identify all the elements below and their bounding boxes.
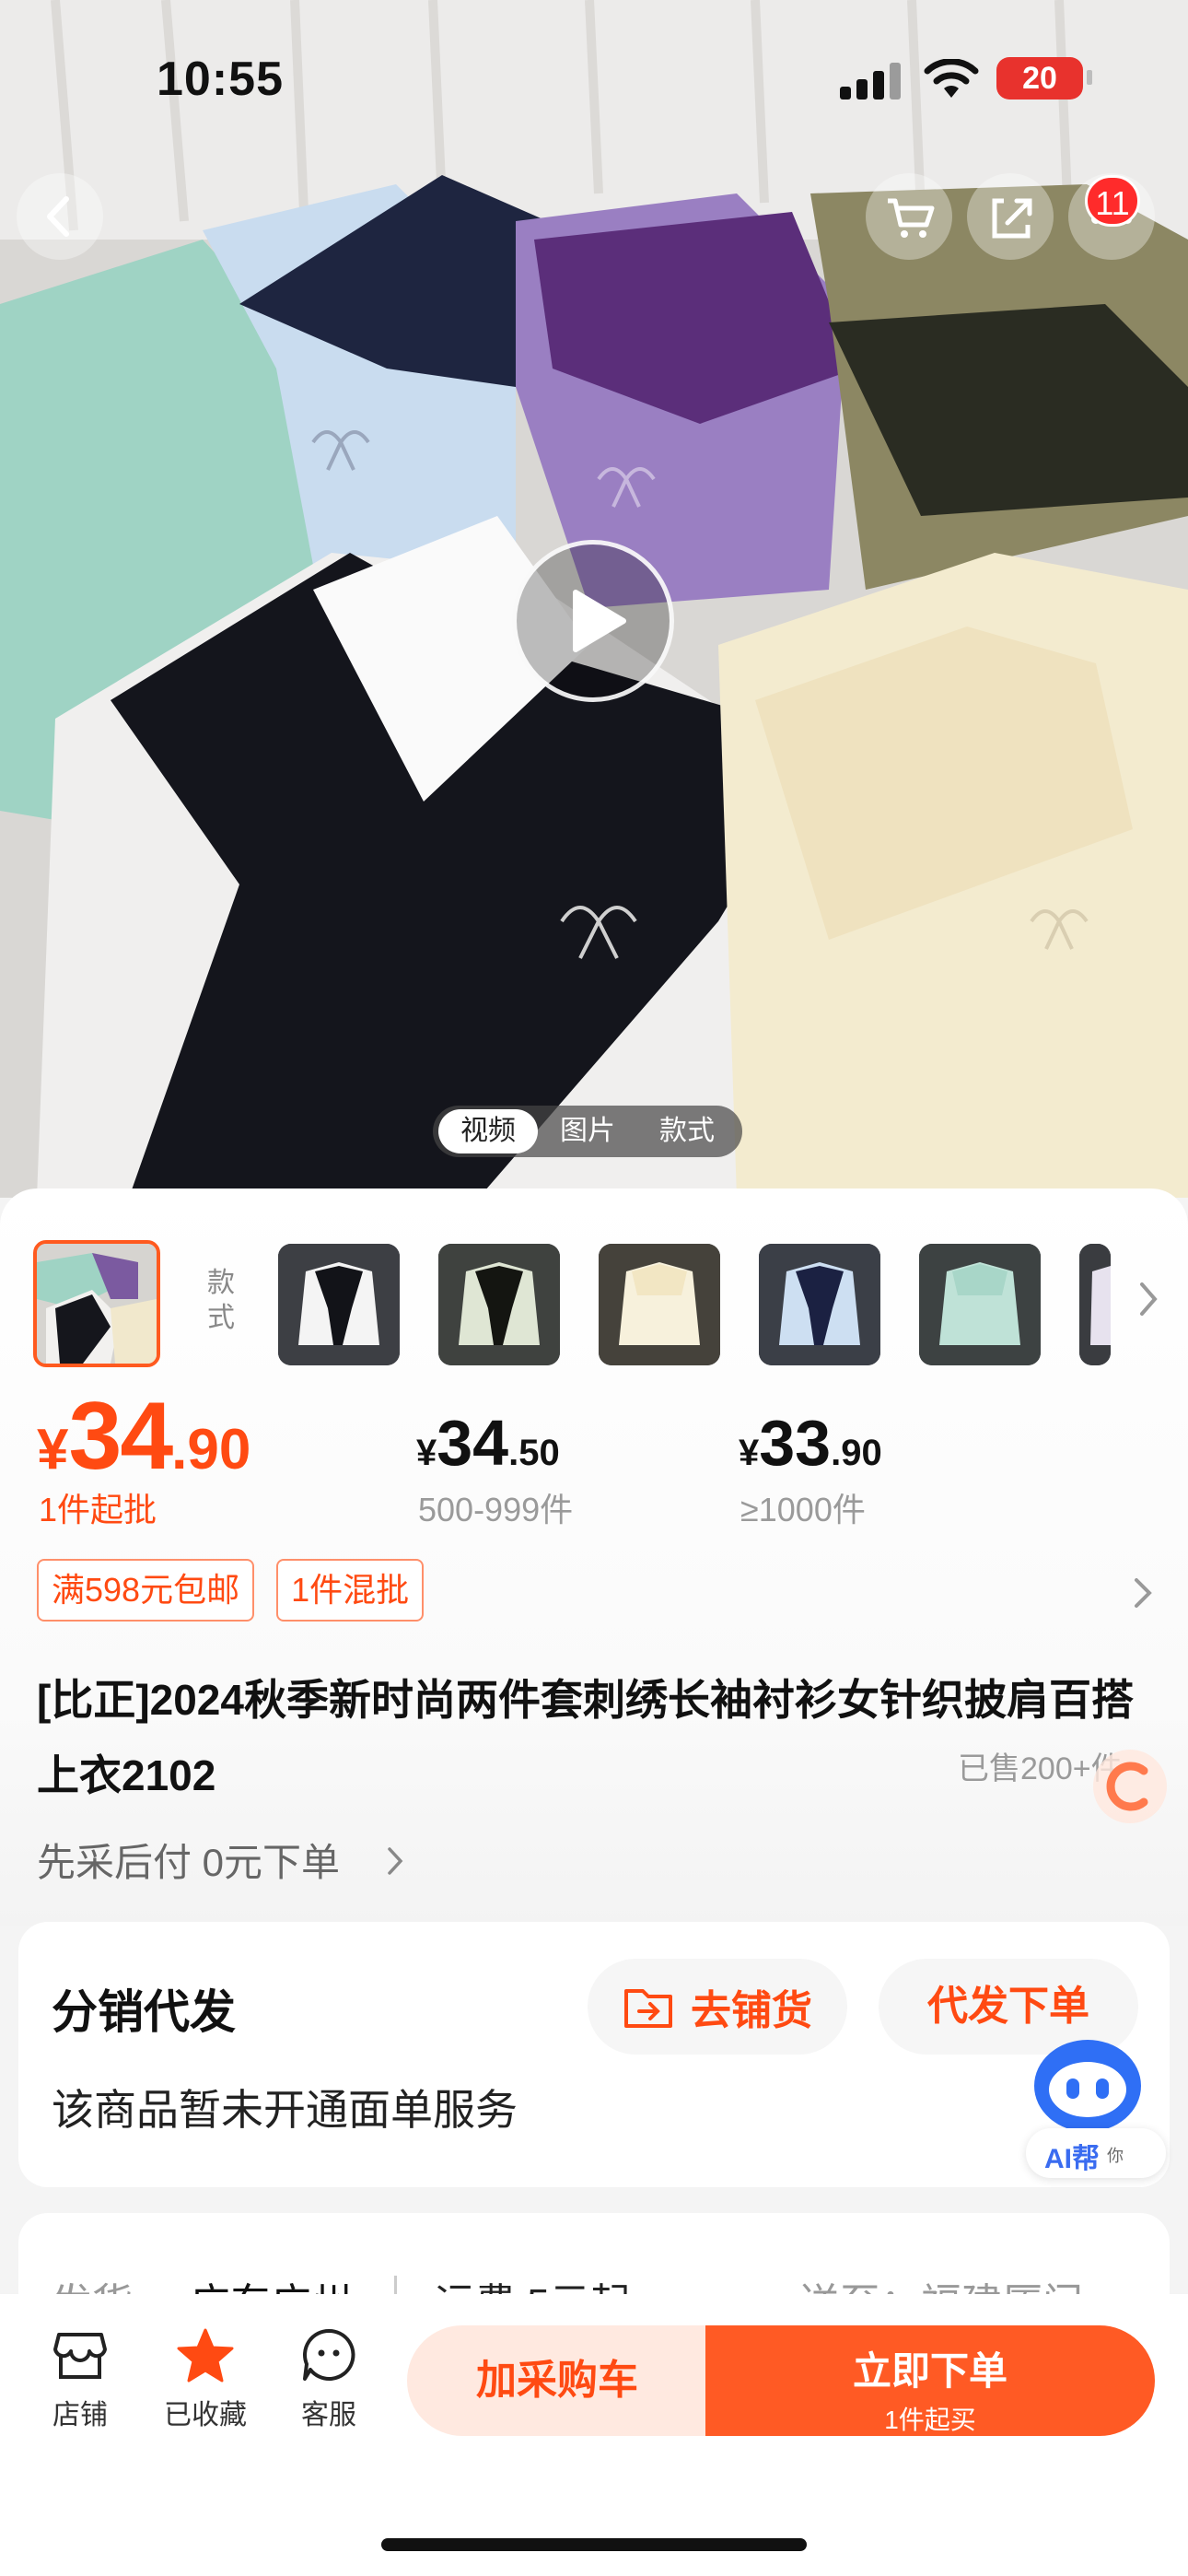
style-label: 款式 bbox=[207, 1268, 235, 1333]
tag-mixed-batch[interactable]: 1件混批 bbox=[276, 1559, 425, 1622]
tab-images[interactable]: 图片 bbox=[538, 1109, 637, 1153]
add-to-cart-button[interactable]: 加采购车 bbox=[407, 2325, 707, 2436]
thumbnail-image bbox=[37, 1244, 157, 1364]
thumbnail-style-6[interactable] bbox=[1079, 1244, 1111, 1365]
price-integer: 34 bbox=[437, 1407, 509, 1479]
store-label: 店铺 bbox=[52, 2400, 108, 2430]
price-decimal: .50 bbox=[508, 1433, 560, 1473]
thumbnail-image bbox=[919, 1244, 1041, 1365]
thumbnail-image bbox=[278, 1244, 400, 1365]
buy-now-label: 立即下单 bbox=[852, 2349, 1007, 2393]
play-icon bbox=[573, 590, 626, 652]
promo-tags[interactable]: 满598元包邮 1件混批 bbox=[37, 1559, 425, 1622]
ai-assistant-bot-icon[interactable] bbox=[1026, 2038, 1149, 2134]
price-integer: 34 bbox=[68, 1383, 173, 1490]
thumbnail-style-1[interactable] bbox=[278, 1244, 400, 1365]
product-info-card: 款式 ¥34.90 1件起批 ¥34.50 500-999件 ¥33.90 ≥1… bbox=[0, 1188, 1188, 1926]
chevron-right-icon bbox=[388, 1847, 403, 1875]
media-tab-switcher: 视频 图片 款式 bbox=[433, 1106, 742, 1157]
brand-seal-icon bbox=[1093, 1750, 1167, 1823]
chevron-left-icon bbox=[47, 196, 69, 237]
price-currency: ¥ bbox=[416, 1433, 437, 1473]
pay-later-link[interactable]: 先采后付 0元下单 bbox=[37, 1832, 340, 1888]
notification-badge: 11 bbox=[1085, 175, 1140, 227]
thumbnail-image bbox=[1079, 1244, 1111, 1365]
cart-button[interactable] bbox=[866, 173, 952, 260]
battery-cap bbox=[1087, 70, 1092, 85]
service-nav-button[interactable]: 客服 bbox=[278, 2327, 379, 2432]
price-primary: ¥34.90 bbox=[37, 1382, 250, 1492]
home-indicator bbox=[381, 2538, 807, 2551]
tier-3-quantity: ≥1000件 bbox=[740, 1491, 866, 1528]
status-time: 10:55 bbox=[157, 53, 284, 106]
share-button[interactable] bbox=[967, 173, 1054, 260]
thumbnail-image bbox=[438, 1244, 560, 1365]
tier-2-quantity: 500-999件 bbox=[418, 1491, 574, 1528]
chevron-right-icon[interactable] bbox=[1131, 1575, 1155, 1610]
list-product-label: 去铺货 bbox=[691, 1988, 812, 2033]
status-bar: 10:55 20 bbox=[0, 46, 1188, 120]
thumbnail-style-2[interactable] bbox=[438, 1244, 560, 1365]
star-filled-icon bbox=[177, 2328, 234, 2383]
thumbnail-selected[interactable] bbox=[33, 1240, 160, 1367]
bottom-action-bar: 店铺 已收藏 客服 加采购车 立即下单 1件起买 bbox=[0, 2294, 1188, 2576]
price-currency: ¥ bbox=[739, 1433, 760, 1473]
list-product-button[interactable]: 去铺货 bbox=[588, 1959, 847, 2055]
price-decimal: .90 bbox=[171, 1418, 251, 1481]
cart-icon bbox=[888, 198, 935, 238]
tab-styles[interactable]: 款式 bbox=[637, 1109, 737, 1153]
wifi-icon bbox=[924, 59, 979, 98]
battery-indicator: 20 bbox=[996, 57, 1083, 100]
thumbnail-style-4[interactable] bbox=[759, 1244, 880, 1365]
back-button[interactable] bbox=[17, 173, 103, 260]
store-icon bbox=[53, 2333, 107, 2379]
price-decimal: .90 bbox=[831, 1433, 882, 1473]
style-thumbnail-strip[interactable]: 款式 bbox=[0, 1231, 1188, 1369]
cellular-signal-icon bbox=[840, 63, 901, 100]
store-nav-button[interactable]: 店铺 bbox=[29, 2327, 131, 2432]
favorite-nav-button[interactable]: 已收藏 bbox=[155, 2327, 256, 2432]
favorite-label: 已收藏 bbox=[164, 2400, 247, 2430]
distribution-title: 分销代发 bbox=[52, 1986, 236, 2038]
ai-helper-sub: 你 bbox=[1107, 2147, 1124, 2165]
service-label: 客服 bbox=[301, 2400, 356, 2430]
product-hero-image[interactable]: 10:55 20 11 视频 图片 款式 bbox=[0, 0, 1188, 1198]
play-video-button[interactable] bbox=[512, 540, 674, 702]
tab-video[interactable]: 视频 bbox=[438, 1109, 538, 1153]
thumbnail-image bbox=[599, 1244, 720, 1365]
chat-face-icon bbox=[303, 2328, 355, 2381]
distribution-card: 分销代发 去铺货 代发下单 该商品暂未开通面单服务 bbox=[18, 1922, 1170, 2187]
distribution-description: 该商品暂未开通面单服务 bbox=[52, 2086, 518, 2134]
product-title: [比正]2024秋季新时尚两件套刺绣长袖衬衫女针织披肩百搭上衣2102 bbox=[37, 1676, 1134, 1799]
share-icon bbox=[992, 198, 1032, 239]
thumbnail-style-5[interactable] bbox=[919, 1244, 1041, 1365]
ai-helper-label: AI帮 bbox=[1044, 2144, 1100, 2174]
buy-now-button[interactable]: 立即下单 1件起买 bbox=[705, 2325, 1155, 2436]
price-integer: 33 bbox=[759, 1407, 832, 1479]
thumbnail-image bbox=[759, 1244, 880, 1365]
buy-now-sublabel: 1件起买 bbox=[884, 2406, 976, 2434]
thumbnail-style-3[interactable] bbox=[599, 1244, 720, 1365]
price-tier-3: ¥33.90 bbox=[739, 1406, 882, 1480]
min-order-quantity: 1件起批 bbox=[39, 1491, 157, 1528]
chevron-right-icon[interactable] bbox=[1135, 1279, 1162, 1319]
folder-share-icon bbox=[624, 1989, 672, 2028]
tag-free-shipping[interactable]: 满598元包邮 bbox=[37, 1559, 255, 1622]
price-tier-2: ¥34.50 bbox=[416, 1406, 560, 1480]
price-currency: ¥ bbox=[37, 1418, 69, 1481]
ai-helper-pill[interactable]: AI帮 你 bbox=[1026, 2128, 1166, 2178]
